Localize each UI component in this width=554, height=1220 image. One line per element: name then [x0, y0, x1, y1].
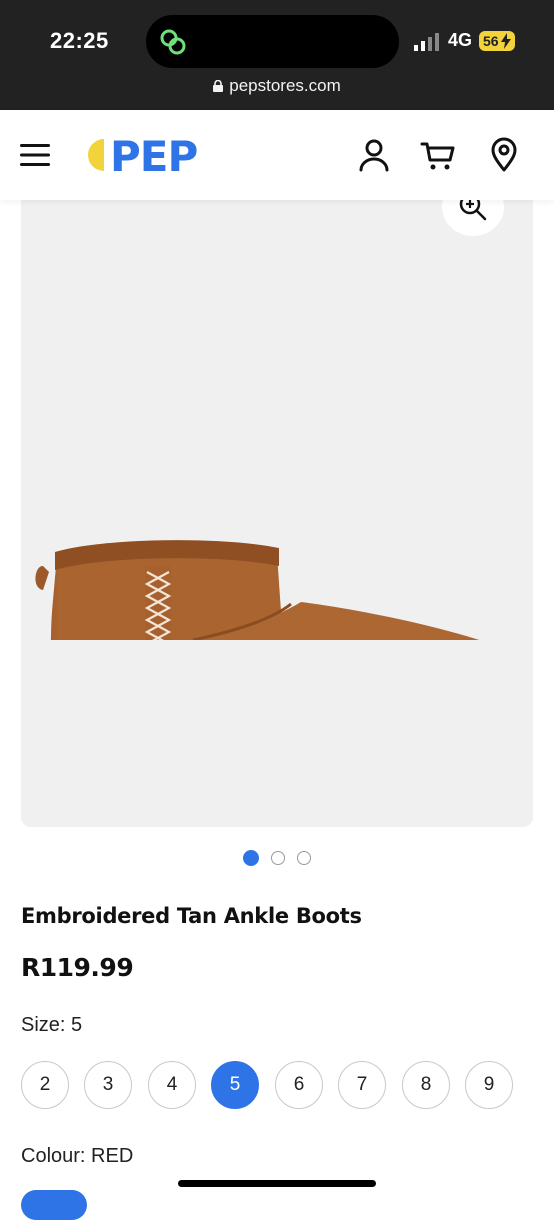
size-option[interactable]: 7 [338, 1061, 386, 1109]
size-option[interactable]: 2 [21, 1061, 69, 1109]
carousel-dot-1[interactable] [242, 849, 259, 866]
location-icon[interactable] [486, 137, 522, 173]
site-header: PEP [0, 110, 554, 200]
logo-text: PEP [110, 132, 198, 181]
home-indicator[interactable] [178, 1180, 376, 1187]
link-app-icon [160, 29, 186, 55]
product-title: Embroidered Tan Ankle Boots [21, 904, 362, 928]
size-option-selected[interactable]: 5 [211, 1061, 259, 1109]
carousel-dot-2[interactable] [271, 850, 285, 865]
battery-level: 56 [483, 33, 499, 49]
url-text: pepstores.com [229, 76, 341, 95]
network-type: 4G [448, 30, 473, 50]
colour-label: Colour: RED [21, 1145, 134, 1167]
account-icon[interactable] [356, 137, 392, 173]
size-option[interactable]: 6 [275, 1061, 323, 1109]
lock-icon [213, 80, 224, 92]
product-price: R119.99 [21, 953, 134, 982]
size-option[interactable]: 9 [465, 1061, 513, 1109]
url-bar[interactable]: pepstores.com [0, 76, 554, 96]
size-label: Size: 5 [21, 1014, 83, 1036]
size-option[interactable]: 4 [148, 1061, 196, 1109]
status-time: 22:25 [50, 28, 109, 53]
colour-swatch[interactable] [21, 1190, 87, 1220]
carousel-dot-3[interactable] [297, 850, 312, 865]
battery-indicator: 56 [479, 31, 515, 51]
boot-image [35, 540, 480, 640]
carousel-dots [0, 849, 554, 867]
size-option[interactable]: 3 [84, 1061, 132, 1109]
signal-icon [414, 33, 439, 51]
product-image[interactable] [21, 200, 533, 827]
status-bar: 22:25 4G 56 pepstores.com [0, 0, 554, 110]
size-selector: 2 3 4 5 6 7 8 9 [21, 1061, 541, 1111]
menu-icon[interactable] [20, 143, 50, 167]
size-option[interactable]: 8 [402, 1061, 450, 1109]
logo-mark-icon [88, 139, 104, 171]
dynamic-island [146, 15, 399, 68]
cart-icon[interactable] [420, 137, 456, 173]
charging-bolt-icon [501, 33, 511, 49]
